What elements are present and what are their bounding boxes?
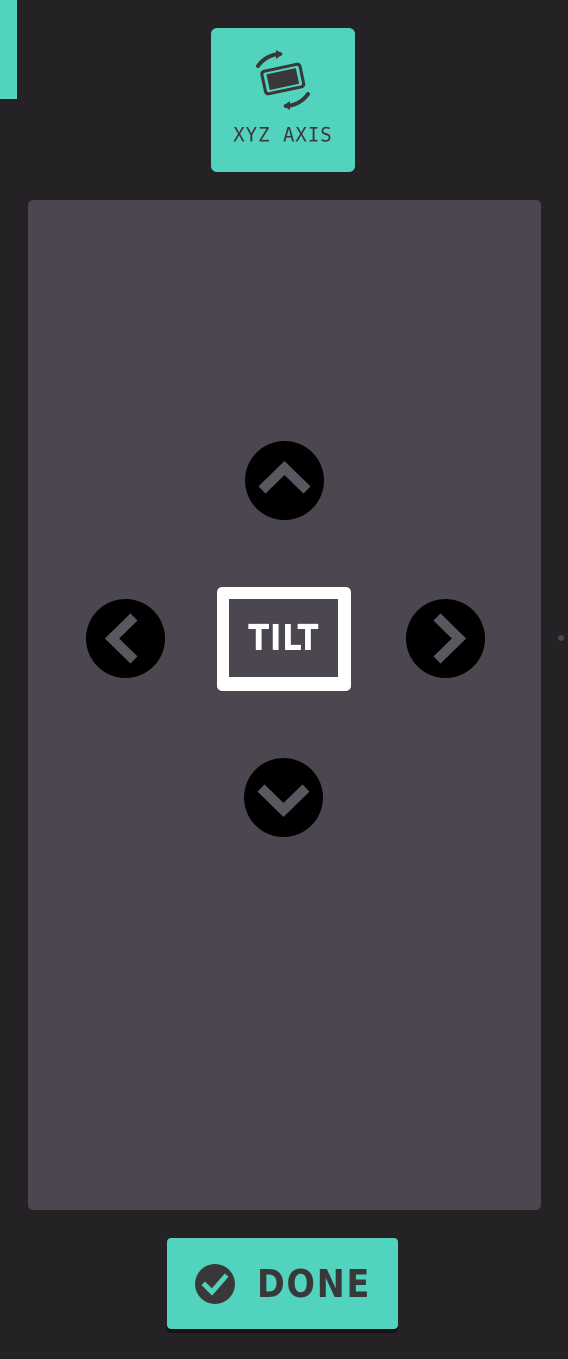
chevron-left-icon	[104, 613, 138, 664]
xyz-axis-button[interactable]: XYZ AXIS	[211, 28, 355, 172]
done-button[interactable]: DONE	[167, 1238, 398, 1329]
check-circle-icon	[195, 1263, 235, 1304]
tilt-label: TILT	[248, 617, 319, 659]
tilt-right-button[interactable]	[406, 599, 485, 678]
xyz-axis-label: XYZ AXIS	[233, 123, 333, 147]
device-screen: TILT	[229, 599, 338, 677]
chevron-right-icon	[433, 613, 467, 664]
tilt-left-button[interactable]	[86, 599, 165, 678]
side-drawer-handle[interactable]	[0, 0, 17, 99]
tilt-center-button[interactable]: TILT	[217, 587, 564, 691]
chevron-down-icon	[257, 784, 310, 817]
control-panel	[28, 200, 541, 1210]
tilt-up-button[interactable]	[245, 441, 324, 520]
rotate-device-icon	[256, 50, 310, 110]
done-label: DONE	[257, 1261, 372, 1306]
device-home-dot	[558, 635, 564, 641]
tilt-down-button[interactable]	[244, 758, 323, 837]
chevron-up-icon	[258, 461, 311, 494]
